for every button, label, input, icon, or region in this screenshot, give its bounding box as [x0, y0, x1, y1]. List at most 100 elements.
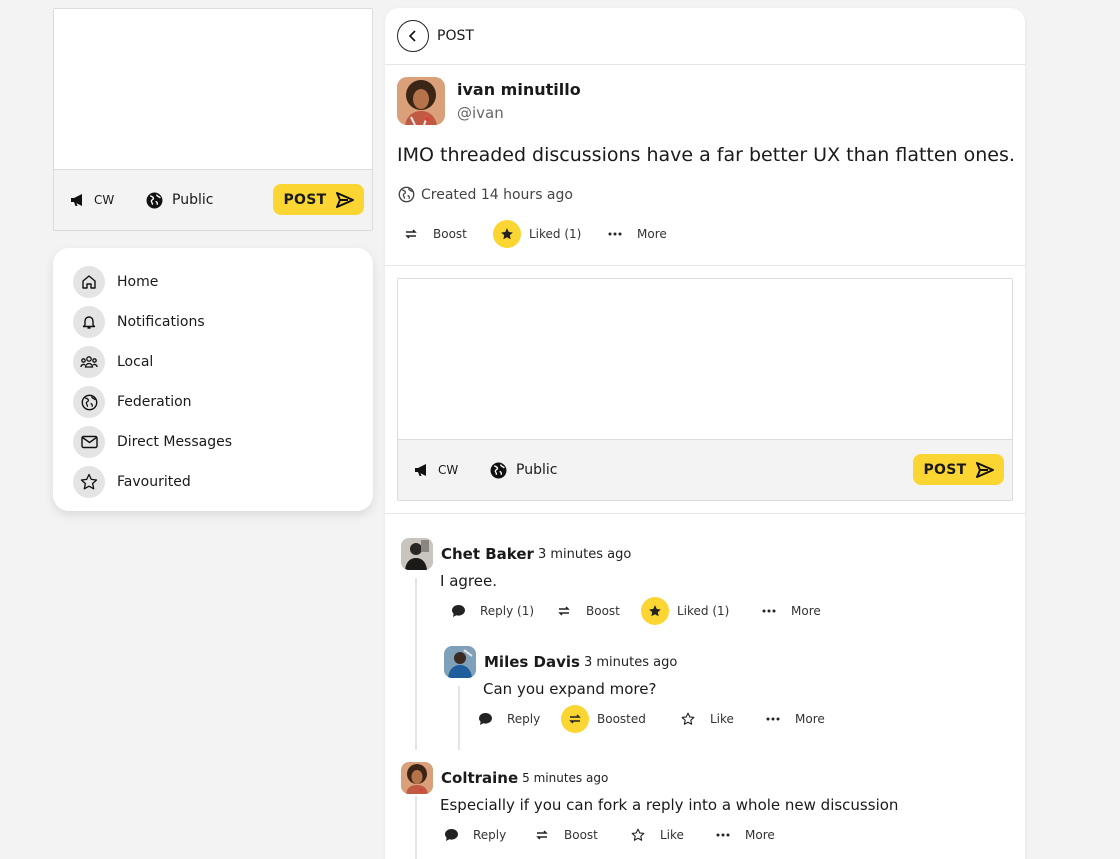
- visibility-button[interactable]: Public: [490, 440, 557, 500]
- reply-time: 3 minutes ago: [583, 654, 678, 670]
- reply-text: Especially if you can fork a reply into …: [440, 796, 899, 814]
- post-button[interactable]: POST: [273, 184, 364, 215]
- more-button[interactable]: More: [601, 220, 667, 248]
- more-icon: [759, 705, 787, 733]
- reply-button[interactable]: Reply: [437, 821, 528, 849]
- post-actions: Boost Liked (1) More: [397, 220, 667, 248]
- more-button[interactable]: More: [759, 705, 825, 733]
- visibility-label: Public: [516, 462, 558, 478]
- author-name[interactable]: ivan minutillo: [457, 80, 581, 99]
- post-timestamp: Created 14 hours ago: [398, 186, 573, 203]
- repeat-icon: [561, 705, 589, 733]
- composer-textarea[interactable]: [54, 9, 372, 170]
- send-icon: [335, 191, 354, 208]
- divider: [385, 265, 1025, 266]
- bell-icon: [73, 306, 105, 338]
- reply-author[interactable]: Miles Davis: [484, 653, 580, 671]
- repeat-icon: [550, 597, 578, 625]
- post-body: IMO threaded discussions have a far bett…: [397, 144, 1015, 166]
- reply-author[interactable]: Coltraine: [441, 769, 518, 787]
- star-icon: [674, 705, 702, 733]
- more-label: More: [791, 604, 821, 618]
- avatar[interactable]: [397, 77, 445, 125]
- comment-icon: [444, 597, 472, 625]
- nav-item-local[interactable]: Local: [53, 342, 373, 382]
- reply-text: Can you expand more?: [483, 680, 657, 698]
- thread-panel: POST ivan minutillo @ivan IMO threaded d…: [385, 8, 1025, 859]
- more-icon: [601, 220, 629, 248]
- star-icon: [73, 466, 105, 498]
- boost-label: Boost: [564, 828, 598, 842]
- more-label: More: [795, 712, 825, 726]
- like-button[interactable]: Liked (1): [641, 597, 755, 625]
- boost-button[interactable]: Boost: [550, 597, 641, 625]
- cw-button[interactable]: CW: [70, 170, 114, 230]
- reply-label: Reply: [473, 828, 507, 842]
- avatar[interactable]: [444, 646, 476, 678]
- reply-time: 3 minutes ago: [537, 546, 632, 562]
- comment-icon: [437, 821, 465, 849]
- chevron-left-icon: [408, 30, 416, 42]
- boost-button[interactable]: Boost: [397, 220, 493, 248]
- reply-button[interactable]: Reply (1): [444, 597, 550, 625]
- globe-icon: [490, 462, 507, 478]
- nav-item-home[interactable]: Home: [53, 262, 373, 302]
- reply-composer: CW Public POST: [397, 278, 1013, 501]
- globe-icon: [146, 192, 163, 208]
- composer-toolbar: CW Public POST: [398, 440, 1012, 500]
- globe-icon: [398, 186, 415, 203]
- people-icon: [73, 346, 105, 378]
- cw-label: CW: [94, 193, 115, 207]
- nav-item-notifications[interactable]: Notifications: [53, 302, 373, 342]
- nav-item-label: Local: [117, 354, 154, 370]
- thread-header: POST: [385, 8, 1025, 65]
- comment-icon: [471, 705, 499, 733]
- repeat-icon: [528, 821, 556, 849]
- like-button[interactable]: Like: [674, 705, 759, 733]
- more-button[interactable]: More: [709, 821, 775, 849]
- cw-button[interactable]: CW: [414, 440, 458, 500]
- more-label: More: [745, 828, 775, 842]
- boost-button[interactable]: Boost: [528, 821, 624, 849]
- nav-item-label: Federation: [117, 394, 192, 410]
- nav-item-label: Direct Messages: [117, 434, 233, 450]
- post-button[interactable]: POST: [913, 454, 1004, 485]
- boost-button[interactable]: Boosted: [561, 705, 674, 733]
- reply-label: Reply: [507, 712, 541, 726]
- visibility-button[interactable]: Public: [146, 170, 213, 230]
- avatar[interactable]: [401, 538, 433, 570]
- sidebar-composer: CW Public POST: [53, 8, 373, 231]
- nav-item-federation[interactable]: Federation: [53, 382, 373, 422]
- like-button[interactable]: Like: [624, 821, 709, 849]
- nav-item-label: Favourited: [117, 474, 191, 490]
- post-label: POST: [283, 191, 327, 208]
- nav-item-label: Home: [117, 274, 159, 290]
- star-icon: [641, 597, 669, 625]
- composer-toolbar: CW Public POST: [54, 170, 372, 230]
- created-label: Created 14 hours ago: [421, 186, 573, 203]
- composer-textarea[interactable]: [398, 279, 1012, 440]
- boost-label: Boost: [586, 604, 620, 618]
- nav-item-label: Notifications: [117, 314, 205, 330]
- boost-label: Boosted: [597, 712, 646, 726]
- reply-actions: Reply Boosted Like More: [471, 705, 825, 733]
- nav-item-direct-messages[interactable]: Direct Messages: [53, 422, 373, 462]
- nav-item-favourited[interactable]: Favourited: [53, 462, 373, 502]
- post-author: ivan minutillo @ivan: [397, 77, 581, 125]
- more-button[interactable]: More: [755, 597, 821, 625]
- page-title: POST: [437, 28, 474, 44]
- avatar[interactable]: [401, 762, 433, 794]
- like-button[interactable]: Liked (1): [493, 220, 601, 248]
- like-label: Liked (1): [677, 604, 730, 618]
- star-icon: [624, 821, 652, 849]
- star-icon: [493, 220, 521, 248]
- post-label: POST: [923, 461, 967, 478]
- reply-button[interactable]: Reply: [471, 705, 561, 733]
- back-button[interactable]: [397, 20, 429, 52]
- reply-time: 5 minutes ago: [522, 771, 609, 785]
- reply-actions: Reply Boost Like More: [437, 821, 775, 849]
- reply-text: I agree.: [440, 572, 497, 590]
- reply-author[interactable]: Chet Baker: [441, 545, 534, 563]
- repeat-icon: [397, 220, 425, 248]
- thread-line: [415, 796, 417, 859]
